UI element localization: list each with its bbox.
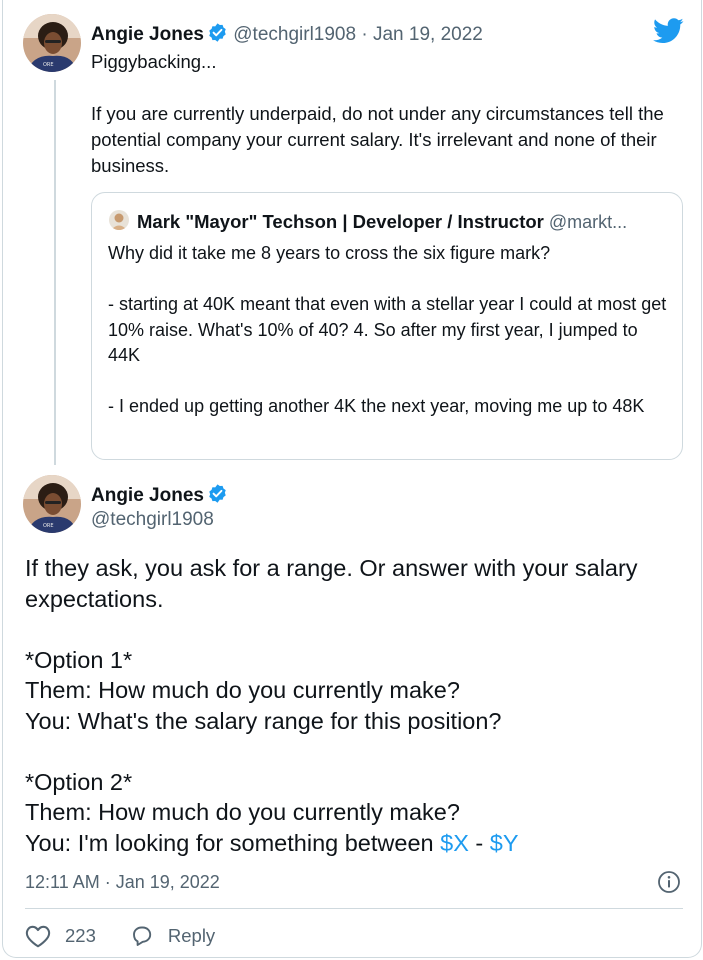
main-tweet-body: If they ask, you ask for a range. Or ans… bbox=[25, 555, 638, 856]
quoted-tweet-header: Mark "Mayor" Techson | Developer / Instr… bbox=[137, 211, 677, 233]
verified-badge-icon bbox=[209, 484, 226, 503]
tweet-actions: 223 Reply bbox=[25, 921, 249, 951]
tweet-date[interactable]: Jan 19, 2022 bbox=[373, 24, 483, 45]
svg-text:ORE: ORE bbox=[43, 523, 54, 529]
tweet-card: ORE Angie Jones @techgirl1908 · Jan 19, … bbox=[2, 0, 702, 958]
reply-button[interactable]: Reply bbox=[130, 924, 215, 948]
separator-dot: · bbox=[361, 24, 368, 45]
author-handle[interactable]: @techgirl1908 bbox=[233, 24, 356, 45]
reply-author-row: Angie Jones bbox=[91, 483, 228, 507]
reply-author-handle[interactable]: @techgirl1908 bbox=[91, 509, 214, 531]
cashtag-x-link[interactable]: $X bbox=[440, 830, 469, 856]
avatar-angie-jones[interactable]: ORE bbox=[23, 14, 81, 72]
author-name[interactable]: Angie Jones bbox=[91, 24, 204, 45]
verified-badge-icon bbox=[209, 23, 226, 42]
reply-label: Reply bbox=[167, 925, 216, 946]
cashtag-y-link[interactable]: $Y bbox=[490, 830, 519, 856]
tweet-text: Piggybacking... If you are currently und… bbox=[91, 51, 664, 176]
cashtag-separator: - bbox=[468, 829, 490, 856]
quoted-tweet[interactable]: Mark "Mayor" Techson | Developer / Instr… bbox=[91, 192, 683, 460]
like-button[interactable]: 223 bbox=[25, 924, 96, 948]
twitter-bird-icon[interactable] bbox=[653, 18, 684, 44]
main-tweet-text: If they ask, you ask for a range. Or ans… bbox=[25, 553, 695, 858]
avatar-angie-jones[interactable]: ORE bbox=[23, 475, 81, 533]
like-count: 223 bbox=[65, 925, 96, 946]
heart-icon bbox=[25, 925, 51, 948]
action-divider bbox=[25, 908, 683, 909]
quoted-tweet-text: Why did it take me 8 years to cross the … bbox=[108, 243, 667, 416]
tweet-header: Angie Jones @techgirl1908 · Jan 19, 2022 bbox=[91, 22, 483, 46]
thread-connector-line bbox=[54, 80, 56, 465]
reply-bubble-icon bbox=[132, 926, 152, 946]
svg-text:ORE: ORE bbox=[43, 62, 54, 68]
quoted-author-name: Mark "Mayor" Techson | Developer / Instr… bbox=[137, 211, 544, 232]
info-icon[interactable] bbox=[657, 870, 681, 894]
quoted-author-handle: @markt... bbox=[548, 212, 628, 232]
reply-author-name[interactable]: Angie Jones bbox=[91, 485, 204, 506]
avatar-mark-techson bbox=[109, 210, 129, 230]
tweet-timestamp[interactable]: 12:11 AM · Jan 19, 2022 bbox=[25, 872, 220, 893]
